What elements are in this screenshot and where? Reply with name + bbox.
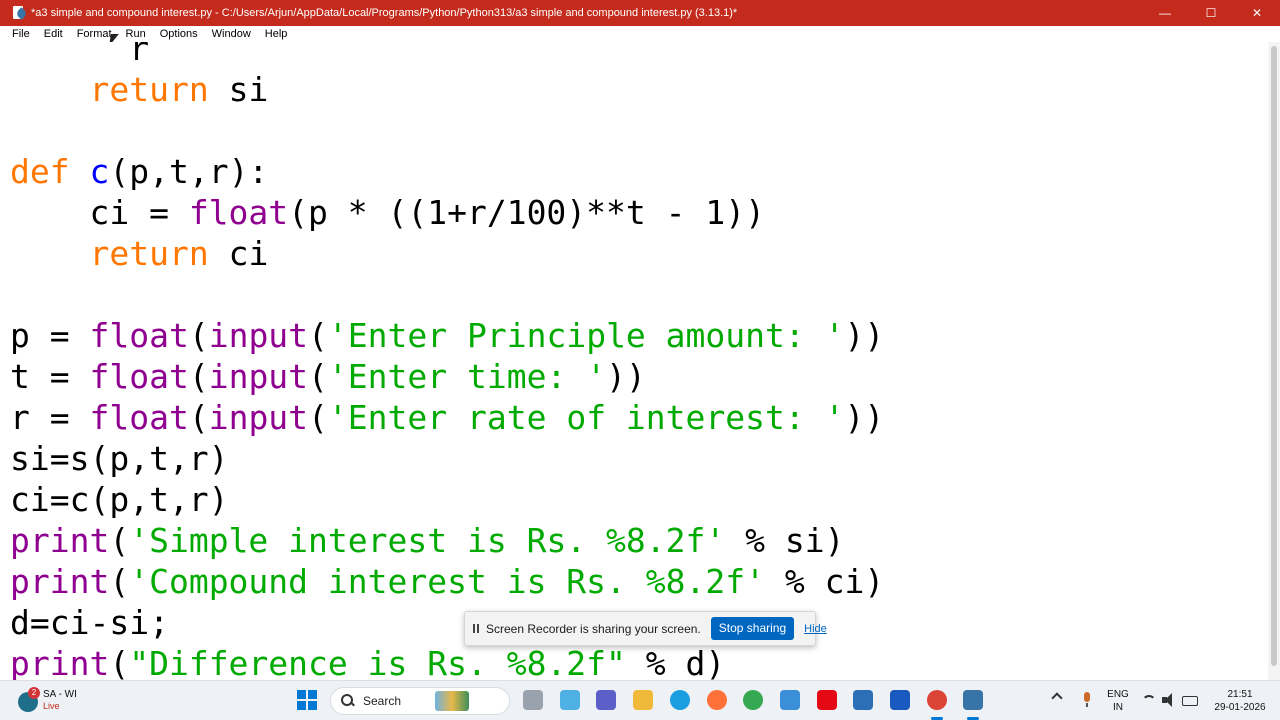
title-bar: *a3 simple and compound interest.py - C:… [0, 0, 1280, 26]
menu-edit[interactable]: Edit [37, 26, 70, 42]
netflix-icon[interactable] [817, 690, 837, 710]
close-button[interactable]: ✕ [1234, 0, 1280, 26]
microphone-icon[interactable] [1080, 692, 1094, 708]
windows-logo-icon [297, 690, 306, 699]
language-code: ENG [1107, 689, 1129, 700]
chrome-icon[interactable] [743, 690, 763, 710]
code-line[interactable]: return ci [10, 233, 268, 274]
minimize-button[interactable]: — [1142, 0, 1188, 26]
window-title: *a3 simple and compound interest.py - C:… [31, 7, 738, 19]
taskbar-search[interactable]: Search [330, 687, 510, 715]
code-line[interactable]: d=ci-si; [10, 602, 169, 643]
search-highlight-icon [435, 691, 470, 711]
clock-date: 29-01-2026 [1214, 702, 1266, 713]
menu-options[interactable]: Options [153, 26, 205, 42]
weather-title: SA - WI [43, 689, 77, 700]
code-line[interactable]: print('Compound interest is Rs. %8.2f' %… [10, 561, 884, 602]
pause-icon [473, 624, 479, 633]
code-editor[interactable]: print("Difference is Rs. %8.2f" % d) d=ci… [0, 42, 1280, 680]
edge-icon[interactable] [670, 690, 690, 710]
menu-window[interactable]: Window [205, 26, 258, 42]
idle-app-icon [12, 6, 28, 20]
menu-run[interactable]: Run [119, 26, 153, 42]
file-explorer-icon[interactable] [633, 690, 653, 710]
clock-time: 21:51 [1227, 689, 1253, 700]
language-region: IN [1113, 702, 1123, 713]
maximize-button[interactable]: ☐ [1188, 0, 1234, 26]
menu-help[interactable]: Help [258, 26, 295, 42]
start-button[interactable] [297, 690, 317, 710]
microsoft-store-icon[interactable] [780, 690, 800, 710]
share-message: Screen Recorder is sharing your screen. [486, 621, 701, 636]
chevron-up-icon[interactable] [1051, 692, 1063, 704]
code-line[interactable]: print('Simple interest is Rs. %8.2f' % s… [10, 520, 844, 561]
screen-share-notification: Screen Recorder is sharing your screen. … [464, 611, 827, 646]
battery-icon[interactable] [1182, 696, 1198, 706]
stop-sharing-button[interactable]: Stop sharing [710, 617, 795, 640]
system-clock[interactable]: 21:51 29-01-2026 [1208, 688, 1272, 714]
idle-icon[interactable] [963, 690, 983, 710]
copilot-icon[interactable] [560, 690, 580, 710]
hide-link[interactable]: Hide [804, 623, 827, 635]
volume-icon[interactable] [1162, 692, 1176, 708]
wifi-icon[interactable] [1142, 695, 1156, 709]
code-line[interactable]: p = float(input('Enter Principle amount:… [10, 315, 884, 356]
code-line[interactable]: ci = float(p * ((1+r/100)**t - 1)) [10, 192, 765, 233]
chrome-profile-icon[interactable] [927, 690, 947, 710]
language-indicator[interactable]: ENG IN [1104, 688, 1132, 714]
code-line[interactable]: r [10, 42, 149, 69]
code-line[interactable]: return si [10, 69, 268, 110]
screen-recorder-icon[interactable] [853, 690, 873, 710]
search-label: Search [363, 694, 402, 708]
code-line[interactable]: t = float(input('Enter time: ')) [10, 356, 646, 397]
weather-widget[interactable]: 2 SA - WI Live [16, 687, 116, 715]
vertical-scrollbar[interactable] [1268, 42, 1280, 680]
code-line[interactable]: print("Difference is Rs. %8.2f" % d) [10, 643, 725, 680]
notification-badge: 2 [28, 687, 40, 699]
taskbar: 2 SA - WI Live Search ENG IN 21:51 29-01… [0, 680, 1280, 720]
code-line[interactable]: ci=c(p,t,r) [10, 479, 229, 520]
search-icon [341, 694, 355, 708]
task-view-icon[interactable] [523, 690, 543, 710]
word-icon[interactable] [890, 690, 910, 710]
menu-file[interactable]: File [5, 26, 37, 42]
firefox-icon[interactable] [707, 690, 727, 710]
menu-bar: File Edit Format Run Options Window Help [0, 26, 1280, 42]
teams-icon[interactable] [596, 690, 616, 710]
code-line[interactable]: def c(p,t,r): [10, 151, 268, 192]
window-controls: — ☐ ✕ [1142, 0, 1280, 26]
code-line[interactable]: r = float(input('Enter rate of interest:… [10, 397, 884, 438]
weather-subtitle: Live [43, 701, 60, 711]
code-line[interactable]: si=s(p,t,r) [10, 438, 229, 479]
scrollbar-thumb[interactable] [1271, 46, 1277, 666]
